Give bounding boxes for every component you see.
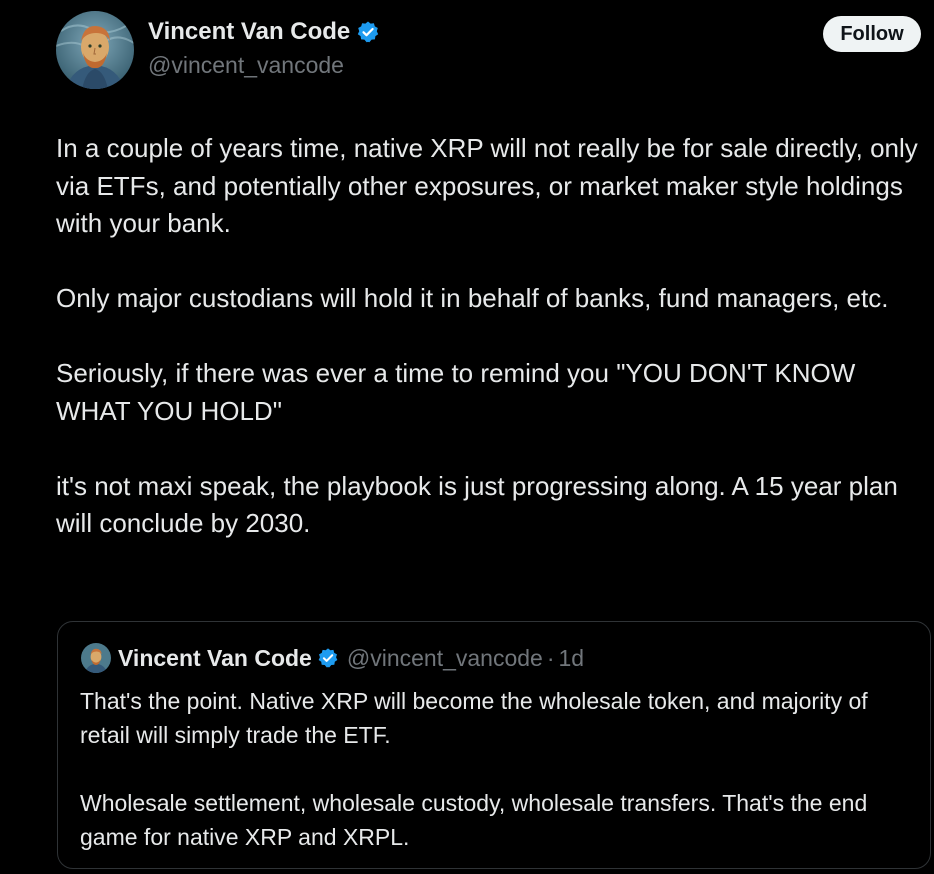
quoted-tweet-timestamp[interactable]: 1d xyxy=(559,645,585,672)
tweet-paragraph: In a couple of years time, native XRP wi… xyxy=(56,133,918,238)
quoted-tweet-header: Vincent Van Code @vincent_vancode · 1d xyxy=(81,643,584,673)
author-handle[interactable]: @vincent_vancode xyxy=(148,52,344,79)
quoted-author-handle[interactable]: @vincent_vancode xyxy=(347,645,543,672)
tweet-paragraph: Only major custodians will hold it in be… xyxy=(56,283,889,313)
follow-button[interactable]: Follow xyxy=(823,16,921,52)
quoted-author-name[interactable]: Vincent Van Code xyxy=(118,645,312,672)
tweet-paragraph: it's not maxi speak, the playbook is jus… xyxy=(56,470,898,539)
tweet-paragraph: Seriously, if there was ever a time to r… xyxy=(56,358,856,426)
author-name[interactable]: Vincent Van Code xyxy=(148,18,350,46)
quoted-tweet-text: That's the point. Native XRP will become… xyxy=(80,684,920,874)
separator-dot: · xyxy=(546,644,555,671)
tweet-text: In a couple of years time, native XRP wi… xyxy=(56,130,926,580)
author-name-row[interactable]: Vincent Van Code xyxy=(148,18,380,46)
author-avatar[interactable] xyxy=(56,11,134,89)
quoted-author-avatar[interactable] xyxy=(81,643,111,673)
van-gogh-portrait-icon xyxy=(56,11,134,89)
verified-badge-icon xyxy=(356,20,380,44)
van-gogh-portrait-icon xyxy=(81,643,111,673)
verified-badge-icon xyxy=(317,647,339,669)
quoted-tweet-paragraph: That's the point. Native XRP will become… xyxy=(80,688,868,748)
quoted-tweet-paragraph: Wholesale settlement, wholesale custody,… xyxy=(80,790,868,850)
quoted-tweet-card[interactable]: Vincent Van Code @vincent_vancode · 1d T… xyxy=(57,621,931,869)
